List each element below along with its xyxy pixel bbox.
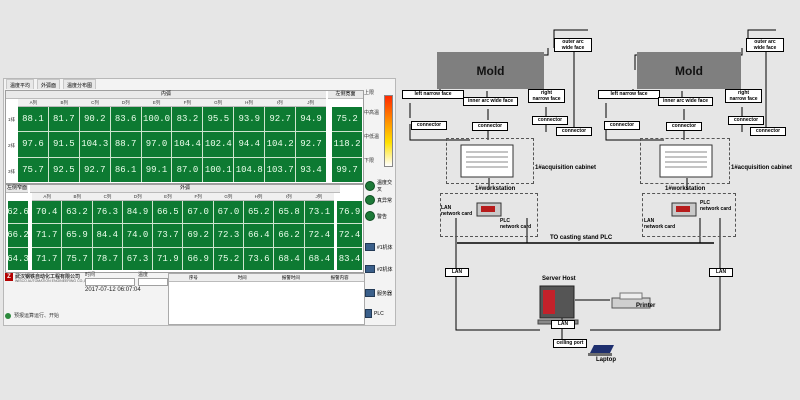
workstation-label-1: 1#workstation: [475, 186, 516, 192]
connector-2d: connector: [750, 127, 786, 136]
connector-1d: connector: [556, 127, 592, 136]
left-narrow-face-1: left narrow face: [402, 90, 464, 99]
connector-1c: connector: [532, 116, 568, 125]
connector-1a: connector: [411, 121, 447, 130]
mold-1: Mold: [437, 52, 544, 89]
laptop-label: Laptop: [596, 357, 616, 363]
printer-tray: [619, 292, 643, 300]
lan-label-bottom: LAN: [551, 320, 575, 329]
printer-label: Printer: [636, 303, 656, 309]
laptop-screen: [590, 345, 614, 353]
mold-2: Mold: [637, 52, 741, 89]
acquisition-cabinet-label-1: 1#acquisition cabinet: [535, 165, 597, 171]
outer-arc-wide-face-1: outer arc wide face: [554, 38, 592, 52]
connector-2a: connector: [604, 121, 640, 130]
casting-plc-label: TO casting stand PLC: [550, 235, 613, 241]
workstation-label-2: 1#workstation: [665, 186, 706, 192]
right-narrow-face-1: right narrow face: [528, 89, 565, 103]
lan-label-left: LAN: [445, 268, 469, 277]
connector-2b: connector: [666, 122, 702, 131]
server-host-label: Server Host: [542, 276, 576, 282]
lan-card-label-1: LAN network card: [441, 205, 473, 217]
lan-label-right: LAN: [709, 268, 733, 277]
right-narrow-face-2: right narrow face: [725, 89, 762, 103]
connector-2c: connector: [728, 116, 764, 125]
plc-card-label-2: PLC network card: [700, 200, 732, 212]
lan-card-label-2: LAN network card: [644, 218, 676, 230]
left-narrow-face-2: left narrow face: [598, 90, 660, 99]
outer-arc-wide-face-2: outer arc wide face: [746, 38, 784, 52]
plc-card-label-1: PLC network card: [500, 218, 532, 230]
server-front-panel: [543, 290, 555, 314]
laptop-base: [588, 353, 612, 356]
inner-arc-wide-face-1: inner arc wide face: [463, 97, 518, 106]
acquisition-cabinet-label-2: 1#acquisition cabinet: [731, 165, 793, 171]
acquisition-cabinet-area-1: [446, 138, 534, 184]
ceiling-port-label: ceiling port: [553, 339, 587, 348]
acquisition-cabinet-area-2: [640, 138, 730, 184]
connector-1b: connector: [472, 122, 508, 131]
inner-arc-wide-face-2: inner arc wide face: [658, 97, 713, 106]
